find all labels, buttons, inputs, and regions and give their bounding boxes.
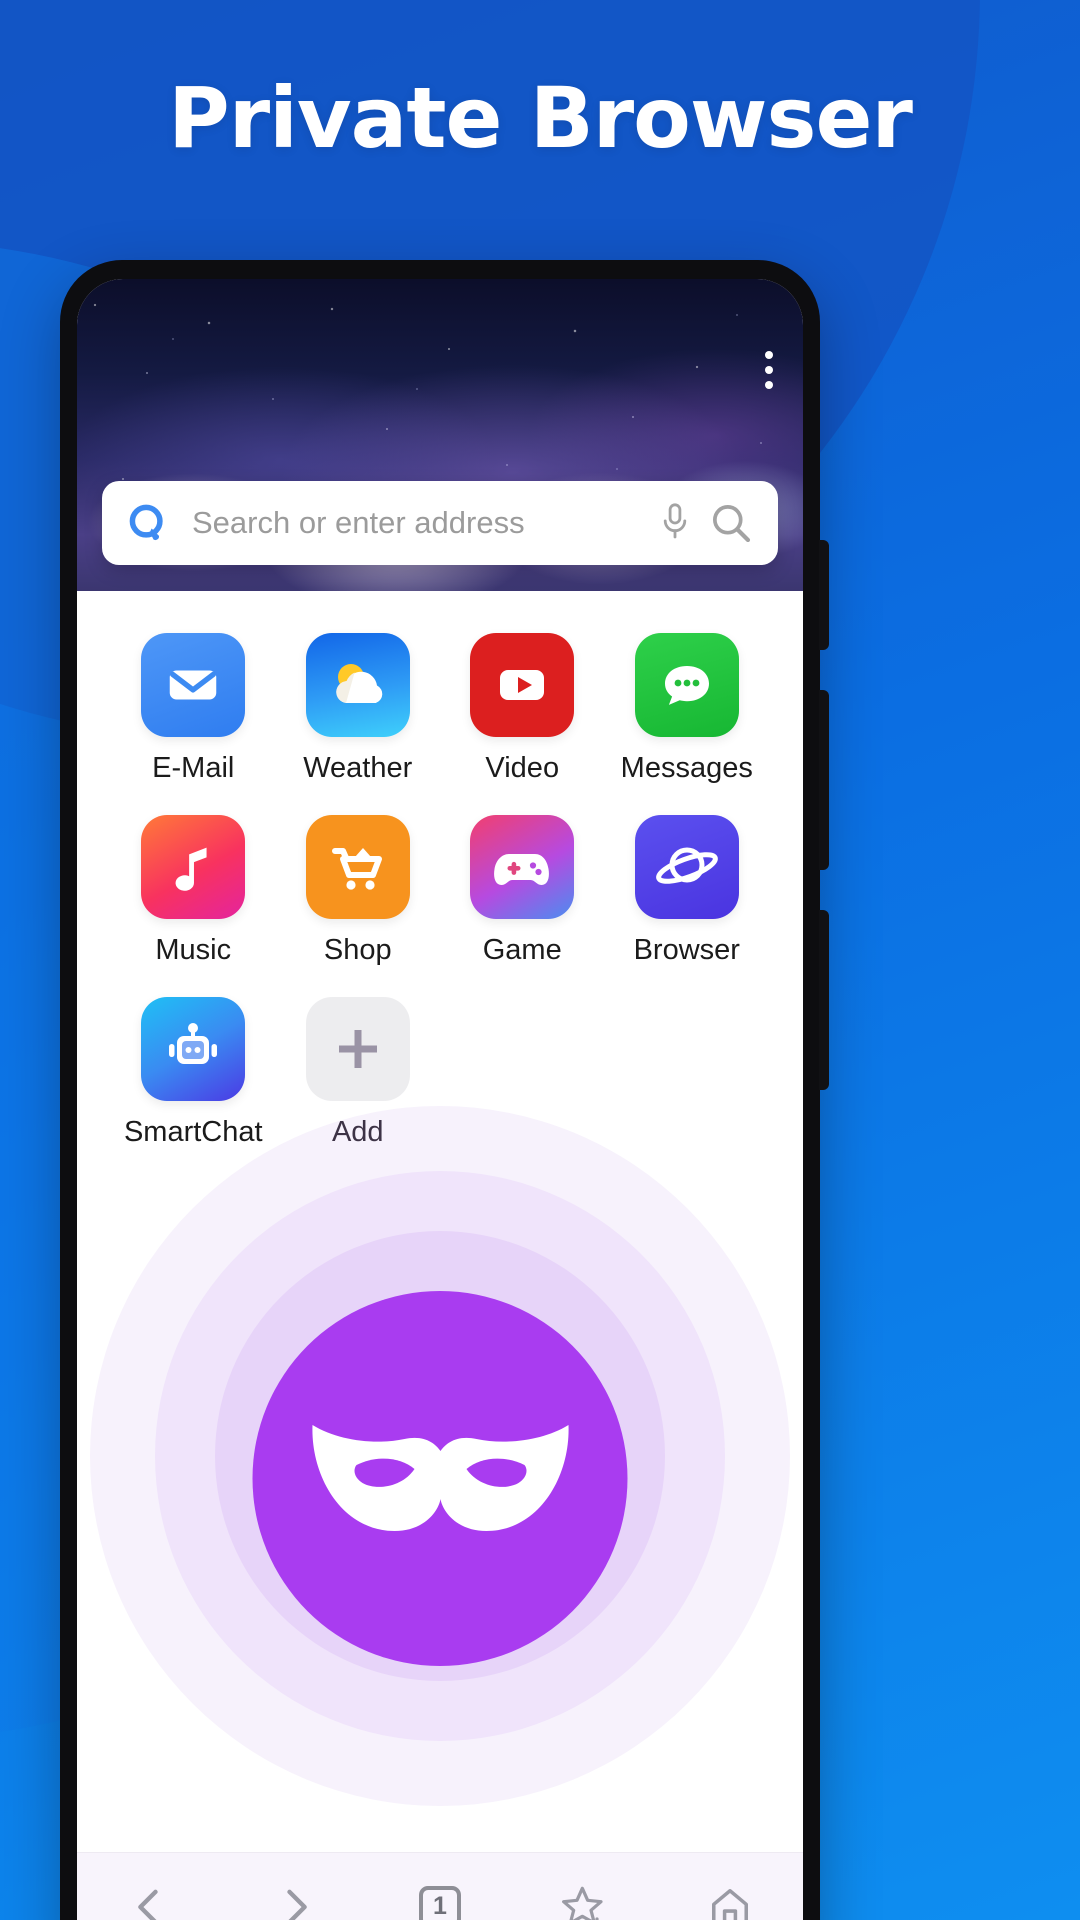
app-label: SmartChat: [123, 1116, 263, 1148]
app-tile-browser[interactable]: Browser: [605, 815, 770, 967]
app-tile-smartchat[interactable]: SmartChat: [111, 997, 276, 1149]
app-label: Add: [331, 1116, 384, 1148]
search-bar[interactable]: Search or enter address: [102, 481, 778, 565]
tab-count-icon: 1: [418, 1885, 461, 1920]
app-label: Shop: [323, 934, 392, 966]
app-label: Video: [485, 752, 560, 784]
nav-home-button[interactable]: [670, 1857, 790, 1920]
planet-saturn-icon: [634, 815, 739, 919]
chat-bubble-icon: [634, 633, 739, 737]
chevron-right-icon: [287, 1889, 307, 1920]
sun-cloud-icon: [305, 633, 410, 737]
kebab-dot: [765, 381, 773, 389]
app-tile-email[interactable]: E-Mail: [111, 633, 276, 785]
promo-screenshot: Private Browser Search or enter address …: [0, 0, 1080, 1920]
incognito-mask-icon: [252, 1291, 628, 1666]
star-plus-icon: [562, 1886, 603, 1920]
app-tile-weather[interactable]: Weather: [276, 633, 441, 785]
search-input[interactable]: Search or enter address: [192, 505, 640, 541]
tab-count-label: 1: [433, 1892, 447, 1920]
nav-tabs-button[interactable]: 1: [380, 1857, 500, 1920]
email-envelope-icon: [141, 633, 246, 737]
shopping-cart-icon: [305, 815, 410, 919]
app-tile-video[interactable]: Video: [440, 633, 605, 785]
phone-side-button-mute: [819, 540, 829, 650]
app-label: Browser: [633, 934, 740, 966]
plus-icon: [305, 997, 410, 1101]
phone-side-button-volume: [819, 690, 829, 870]
nav-back-button[interactable]: [90, 1857, 210, 1920]
app-grid: E-Mail Weather Video Messages Music Shop…: [77, 591, 803, 1149]
app-tile-add[interactable]: Add: [276, 997, 441, 1149]
microphone-icon[interactable]: [658, 502, 692, 544]
play-button-icon: [470, 633, 575, 737]
home-icon: [712, 1888, 749, 1920]
phone-mockup: Search or enter address E-Mail Weather V…: [60, 260, 829, 1920]
home-content: E-Mail Weather Video Messages Music Shop…: [77, 591, 803, 1920]
kebab-menu-icon[interactable]: [765, 351, 773, 389]
phone-side-button-power: [819, 910, 829, 1090]
quark-q-logo: [129, 504, 163, 541]
gamepad-icon: [470, 815, 575, 919]
app-label: Messages: [620, 752, 753, 784]
page-title: Private Browser: [168, 69, 913, 167]
app-label: E-Mail: [152, 752, 235, 784]
phone-screen: Search or enter address E-Mail Weather V…: [77, 279, 803, 1920]
app-tile-shop[interactable]: Shop: [276, 815, 441, 967]
app-label: Music: [155, 934, 232, 966]
app-label: Game: [482, 934, 562, 966]
nav-forward-button[interactable]: [235, 1857, 355, 1920]
browser-header: Search or enter address: [77, 279, 803, 591]
chevron-left-icon: [137, 1889, 158, 1920]
app-tile-game[interactable]: Game: [440, 815, 605, 967]
robot-icon: [141, 997, 246, 1101]
kebab-dot: [765, 351, 773, 359]
app-tile-music[interactable]: Music: [111, 815, 276, 967]
music-note-icon: [141, 815, 246, 919]
app-tile-messages[interactable]: Messages: [605, 633, 770, 785]
nav-bookmark-button[interactable]: [525, 1857, 645, 1920]
app-label: Weather: [303, 752, 413, 784]
search-icon[interactable]: [710, 502, 752, 544]
kebab-dot: [765, 366, 773, 374]
bottom-navigation-bar: 1: [77, 1852, 803, 1920]
